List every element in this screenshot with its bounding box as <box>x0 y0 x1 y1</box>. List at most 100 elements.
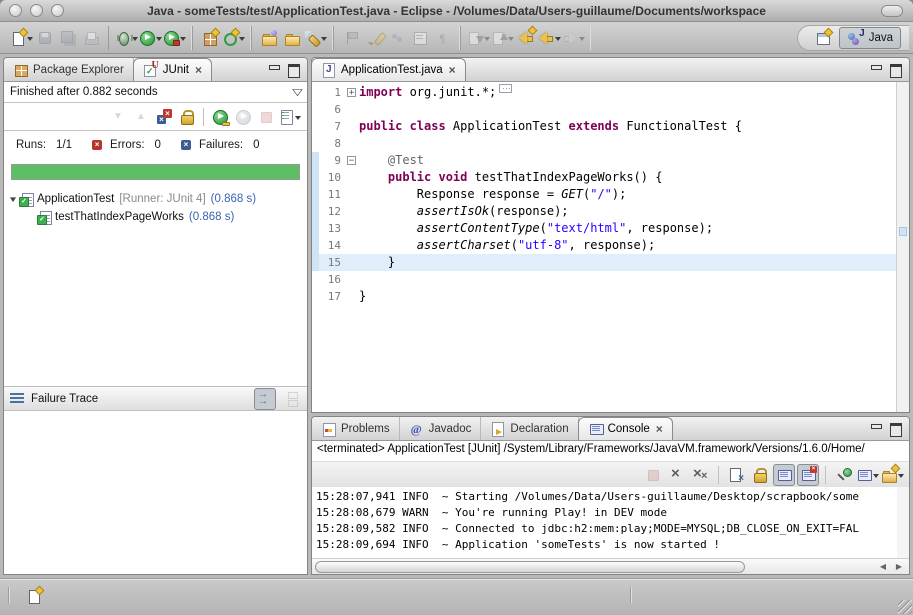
previous-annotation-button[interactable] <box>491 27 514 49</box>
minimize-view-button[interactable] <box>268 64 281 75</box>
rerun-failed-tests-button[interactable] <box>232 106 254 128</box>
show-whitespace-button[interactable] <box>432 27 454 49</box>
new-java-class-button[interactable] <box>222 27 245 49</box>
dropdown-arrow-icon[interactable] <box>555 37 561 44</box>
close-window-button[interactable] <box>9 4 22 17</box>
code-line[interactable]: 6 <box>312 101 896 118</box>
test-result-tree[interactable]: ▼ApplicationTest[Runner: JUnit 4](0.868 … <box>4 188 307 386</box>
maximize-console-button[interactable] <box>889 423 902 434</box>
code-line[interactable]: 12 assertIsOk(response); <box>312 203 896 220</box>
code-line[interactable]: 7public class ApplicationTest extends Fu… <box>312 118 896 135</box>
tab-package-explorer[interactable]: Package Explorer <box>4 58 134 81</box>
dropdown-arrow-icon[interactable] <box>873 474 879 481</box>
expanded-twisty-icon[interactable]: ▼ <box>7 195 20 204</box>
code-line[interactable]: 15 } <box>312 254 896 271</box>
code-line[interactable]: 13 assertContentType("text/html", respon… <box>312 220 896 237</box>
dropdown-arrow-icon[interactable] <box>508 37 514 44</box>
run-button[interactable] <box>139 27 162 49</box>
mark-occurrences-button[interactable] <box>340 27 362 49</box>
code-line[interactable]: 8 <box>312 135 896 152</box>
trim-page-icon[interactable] <box>26 588 42 604</box>
highlight-button[interactable] <box>363 27 385 49</box>
open-perspective-button[interactable] <box>812 27 834 49</box>
minimize-window-button[interactable] <box>30 4 43 17</box>
terminate-button[interactable] <box>642 464 664 486</box>
remove-all-terminated-button[interactable] <box>690 464 712 486</box>
rerun-test-button[interactable] <box>209 106 231 128</box>
dropdown-arrow-icon[interactable] <box>295 116 301 123</box>
toolbar-toggle-button[interactable] <box>881 5 903 17</box>
show-console-on-stdout-button[interactable] <box>773 464 795 486</box>
fold-toggle[interactable]: + <box>345 84 359 101</box>
debug-button[interactable] <box>115 27 138 49</box>
back-button[interactable] <box>538 27 561 49</box>
tab-applicationtest-java[interactable]: ApplicationTest.java × <box>311 58 466 81</box>
save-all-button[interactable] <box>57 27 79 49</box>
occurrences-button[interactable] <box>386 27 408 49</box>
fold-collapse-icon[interactable]: − <box>347 156 356 165</box>
previous-failed-test-button[interactable] <box>130 106 152 128</box>
next-failed-test-button[interactable] <box>107 106 129 128</box>
new-java-project-button[interactable] <box>199 27 221 49</box>
maximize-editor-button[interactable] <box>889 64 902 75</box>
code-line[interactable]: 1+import org.junit.*; <box>312 84 896 101</box>
collapsed-imports-icon[interactable] <box>499 84 512 93</box>
tab-junit[interactable]: JUnit × <box>133 58 212 81</box>
close-icon[interactable]: × <box>656 423 663 435</box>
maximize-view-button[interactable] <box>287 64 300 75</box>
tab-javadoc[interactable]: Javadoc <box>400 417 482 440</box>
scroll-right-arrow[interactable]: ▶ <box>892 561 906 573</box>
java-perspective-button[interactable]: Java <box>839 27 901 49</box>
failure-trace-content[interactable] <box>4 411 307 574</box>
close-icon[interactable]: × <box>195 64 202 76</box>
open-console-button[interactable] <box>881 464 904 486</box>
forward-button[interactable] <box>562 27 585 49</box>
next-annotation-button[interactable] <box>467 27 490 49</box>
new-wizard-button[interactable] <box>10 27 33 49</box>
minimize-console-button[interactable] <box>870 423 883 434</box>
dropdown-arrow-icon[interactable] <box>321 37 327 44</box>
show-console-on-stderr-button[interactable] <box>797 464 819 486</box>
code-line[interactable]: 17} <box>312 288 896 305</box>
stop-test-run-button[interactable] <box>255 106 277 128</box>
overview-ruler[interactable] <box>896 82 909 412</box>
minimize-editor-button[interactable] <box>870 64 883 75</box>
display-selected-console-button[interactable] <box>856 464 879 486</box>
code-editor[interactable]: 1+import org.junit.*;67public class Appl… <box>312 82 896 412</box>
fold-expand-icon[interactable]: + <box>347 88 356 97</box>
console-output[interactable]: 15:28:07,941 INFO ~ Starting /Volumes/Da… <box>312 487 909 558</box>
tab-console[interactable]: Console × <box>578 417 673 440</box>
close-icon[interactable]: × <box>449 64 456 76</box>
test-run-history-button[interactable] <box>278 106 301 128</box>
titlebar[interactable]: Java - someTests/test/ApplicationTest.ja… <box>0 0 913 22</box>
dropdown-arrow-icon[interactable] <box>239 37 245 44</box>
tab-declaration[interactable]: Declaration <box>481 417 578 440</box>
open-resource-button[interactable] <box>281 27 303 49</box>
pin-console-button[interactable] <box>832 464 854 486</box>
scroll-lock-button[interactable] <box>176 106 198 128</box>
open-type-button[interactable] <box>258 27 280 49</box>
dropdown-arrow-icon[interactable] <box>579 37 585 44</box>
code-line[interactable]: 11 Response response = GET("/"); <box>312 186 896 203</box>
console-hscrollbar[interactable]: ◀ ▶ <box>312 558 909 574</box>
test-tree-item[interactable]: ▼ApplicationTest[Runner: JUnit 4](0.868 … <box>4 190 307 208</box>
hscroll-thumb[interactable] <box>315 561 745 573</box>
resize-grip[interactable] <box>898 600 912 614</box>
show-selected-element-button[interactable] <box>409 27 431 49</box>
code-line[interactable]: 10 public void testThatIndexPageWorks() … <box>312 169 896 186</box>
scroll-lock-button[interactable] <box>749 464 771 486</box>
dropdown-arrow-icon[interactable] <box>484 37 490 44</box>
last-edit-location-button[interactable] <box>515 27 537 49</box>
compare-result-button[interactable] <box>279 388 301 410</box>
run-external-tools-button[interactable] <box>163 27 186 49</box>
show-failures-only-button[interactable] <box>153 106 175 128</box>
fold-toggle[interactable]: − <box>345 152 359 169</box>
search-button[interactable] <box>304 27 327 49</box>
code-line[interactable]: 14 assertCharset("utf-8", response); <box>312 237 896 254</box>
code-line[interactable]: 9− @Test <box>312 152 896 169</box>
code-line[interactable]: 16 <box>312 271 896 288</box>
test-tree-item[interactable]: testThatIndexPageWorks(0.868 s) <box>4 208 307 226</box>
dropdown-arrow-icon[interactable] <box>898 474 904 481</box>
dropdown-arrow-icon[interactable] <box>156 37 162 44</box>
clear-console-button[interactable] <box>725 464 747 486</box>
